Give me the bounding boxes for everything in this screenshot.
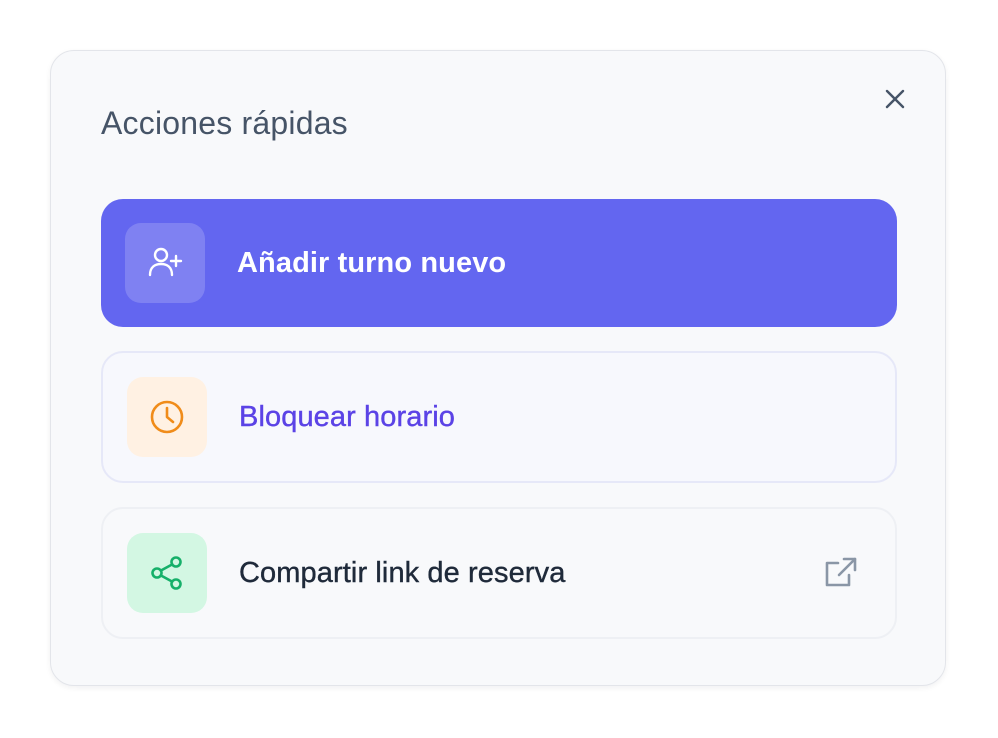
block-schedule-label: Bloquear horario	[239, 400, 456, 433]
user-plus-icon	[148, 247, 183, 277]
add-appointment-icon-tile	[125, 223, 205, 303]
share-icon-tile	[127, 533, 207, 613]
block-schedule-button[interactable]: Bloquear horario	[101, 351, 897, 483]
close-icon	[885, 89, 905, 109]
add-appointment-button[interactable]: Añadir turno nuevo	[101, 199, 897, 327]
block-schedule-icon-tile	[127, 377, 207, 457]
share-booking-link-button[interactable]: Compartir link de reserva	[101, 507, 897, 639]
quick-actions-modal: Acciones rápidas Añadir turno nuevo Bloq…	[50, 50, 946, 686]
external-link-icon	[825, 557, 857, 587]
share-icon	[151, 556, 182, 590]
close-button[interactable]	[881, 85, 909, 113]
modal-title: Acciones rápidas	[101, 105, 348, 141]
open-external-link-button[interactable]	[821, 553, 861, 593]
clock-icon	[150, 400, 184, 434]
share-booking-link-label: Compartir link de reserva	[239, 556, 566, 589]
add-appointment-label: Añadir turno nuevo	[237, 246, 507, 279]
